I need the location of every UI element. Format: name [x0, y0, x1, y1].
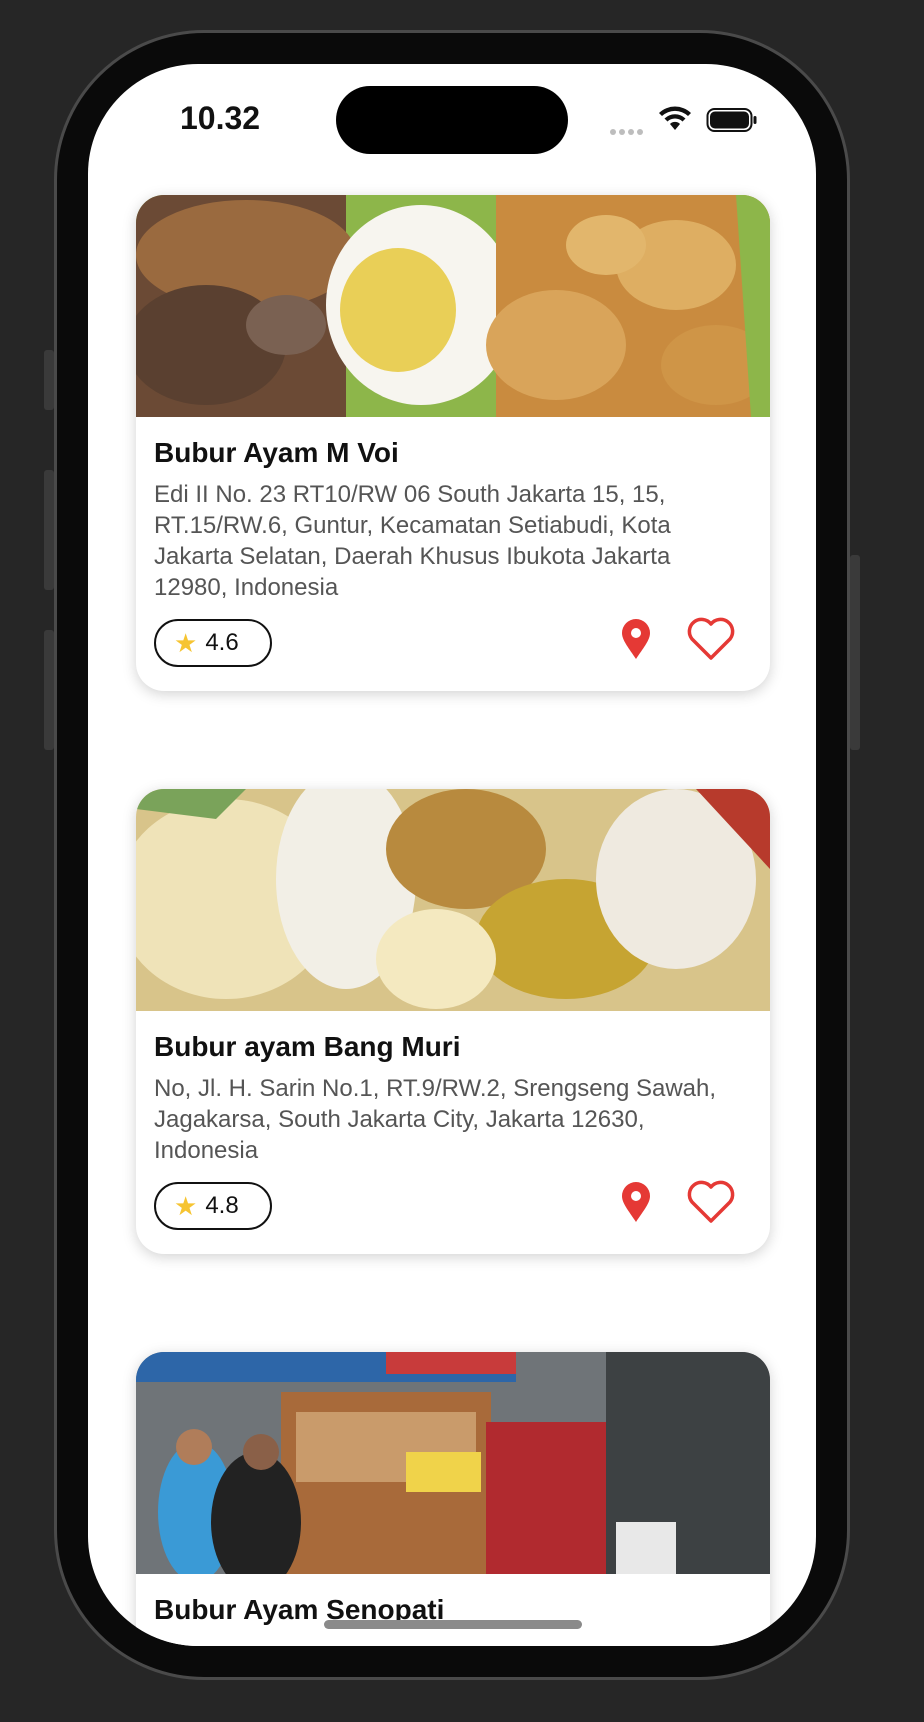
mute-switch — [44, 350, 54, 410]
restaurant-card[interactable]: Bubur Ayam M Voi Edi II No. 23 RT10/RW 0… — [136, 195, 770, 691]
rating-badge: ★ 4.6 — [154, 619, 272, 667]
food-photo — [136, 195, 770, 417]
home-indicator[interactable] — [324, 1620, 582, 1629]
restaurant-address: Edi II No. 23 RT10/RW 06 South Jakarta 1… — [154, 481, 671, 601]
location-pin-icon[interactable] — [618, 617, 654, 661]
restaurant-name: Bubur ayam Bang Muri — [154, 1031, 461, 1062]
rating-value: 4.6 — [205, 629, 239, 656]
power-button — [850, 555, 860, 750]
volume-up-button — [44, 470, 54, 590]
dynamic-island — [336, 86, 568, 154]
rating-badge: ★ 4.8 — [154, 1182, 272, 1230]
restaurant-card[interactable]: Bubur Ayam Senopati — [136, 1352, 770, 1646]
star-icon: ★ — [174, 1191, 198, 1221]
restaurant-card[interactable]: Bubur ayam Bang Muri No, Jl. H. Sarin No… — [136, 789, 770, 1254]
card-content: Bubur Ayam Senopati — [136, 1574, 770, 1626]
star-icon: ★ — [174, 628, 198, 658]
rating-value: 4.8 — [205, 1192, 239, 1219]
volume-down-button — [44, 630, 54, 750]
favorite-heart-icon[interactable] — [686, 1180, 736, 1224]
status-time: 10.32 — [180, 100, 261, 136]
cellular-signal-icon — [610, 122, 646, 140]
location-pin-icon[interactable] — [618, 1180, 654, 1224]
wifi-icon — [659, 106, 691, 130]
battery-icon — [706, 108, 757, 132]
card-content: Bubur Ayam M Voi Edi II No. 23 RT10/RW 0… — [136, 417, 770, 691]
status-bar: 10.32 — [88, 64, 816, 174]
food-photo — [136, 789, 770, 1011]
favorite-heart-icon[interactable] — [686, 617, 736, 661]
card-content: Bubur ayam Bang Muri No, Jl. H. Sarin No… — [136, 1011, 770, 1254]
restaurant-address: No, Jl. H. Sarin No.1, RT.9/RW.2, Srengs… — [154, 1075, 717, 1164]
card-footer: ★ 4.8 — [154, 1180, 752, 1254]
app-screen: 10.32 Bubur Ayam M Voi Edi II No. 23 RT1… — [88, 64, 816, 1646]
restaurant-name: Bubur Ayam M Voi — [154, 437, 399, 468]
card-footer: ★ 4.6 — [154, 617, 752, 691]
food-stall-photo — [136, 1352, 770, 1574]
